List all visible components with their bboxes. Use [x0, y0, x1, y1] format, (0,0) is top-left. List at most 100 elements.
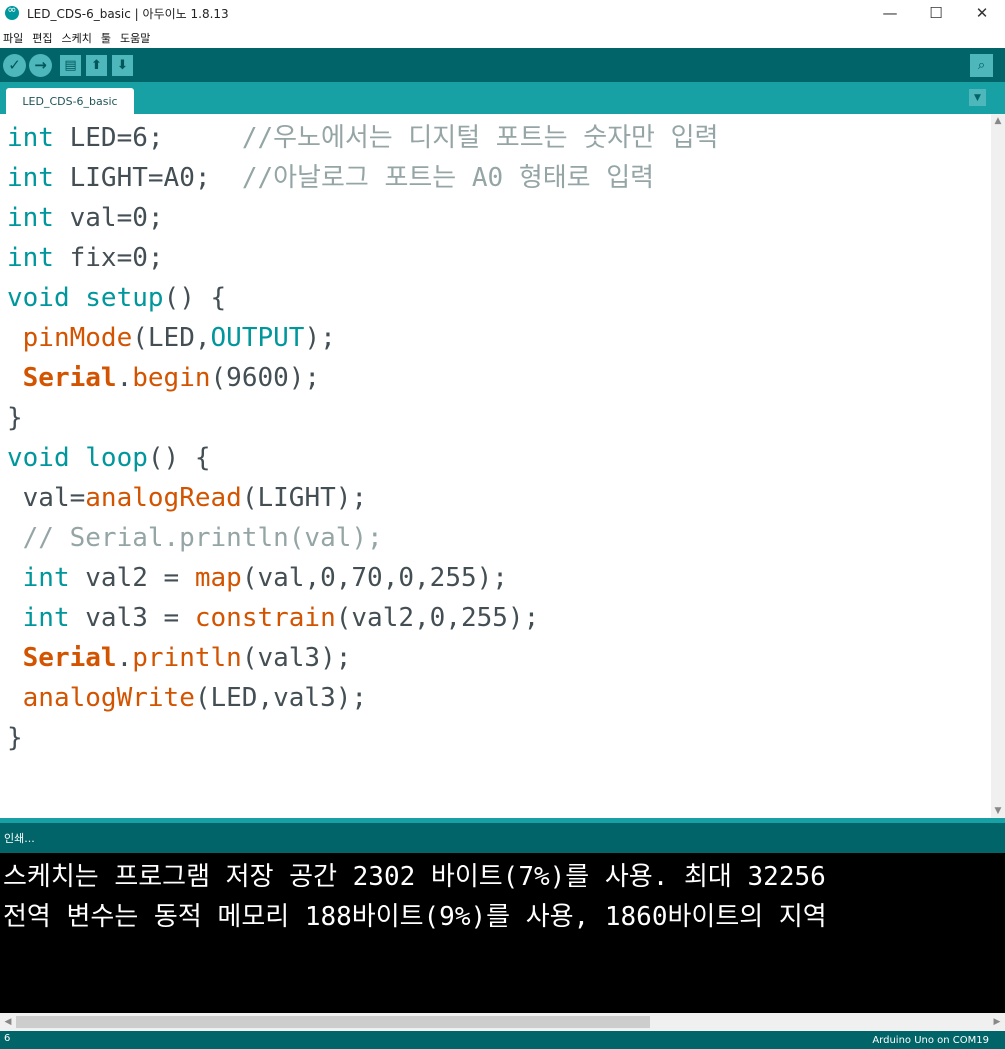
code-line: int fix=0; [7, 238, 164, 278]
menu-help[interactable]: 도움말 [120, 30, 150, 46]
close-button[interactable]: ✕ [959, 0, 1005, 26]
code-text: ); [304, 323, 336, 353]
save-sketch-icon[interactable]: ⬇ [112, 54, 133, 76]
code-text: } [7, 403, 23, 433]
arduino-logo-icon [5, 3, 19, 20]
code-function: println [132, 643, 242, 673]
line-number: 6 [4, 1033, 11, 1044]
code-line: int val3 = constrain(val2,0,255); [7, 598, 540, 638]
code-text: . [116, 363, 133, 393]
console-line: 스케치는 프로그램 저장 공간 2302 바이트(7%)를 사용. 최대 322… [3, 862, 826, 892]
footer-bar: 6 Arduino Uno on COM19 [0, 1031, 1005, 1049]
code-line: int val2 = map(val,0,70,0,255); [7, 558, 508, 598]
code-function: pinMode [22, 323, 133, 353]
code-text: (val,0,70,0,255); [241, 563, 508, 593]
code-line: } [7, 718, 23, 758]
code-keyword: int [7, 123, 54, 153]
code-text: . [116, 643, 133, 673]
code-line: Serial.begin(9600); [7, 358, 320, 398]
code-line: } [7, 398, 23, 438]
code-text: () { [147, 443, 211, 473]
code-text: (LED, [132, 323, 211, 353]
console-horizontal-scrollbar[interactable]: ◀ ▶ [0, 1013, 1005, 1031]
code-function: begin [132, 363, 211, 393]
scroll-down-icon[interactable]: ▼ [991, 804, 1005, 818]
code-comment: //우노에서는 디지털 포트는 숫자만 입력 [241, 123, 719, 153]
code-text: LIGHT=A0; [53, 163, 242, 193]
code-text: val2 = [69, 563, 195, 593]
scroll-left-icon[interactable]: ◀ [1, 1015, 15, 1029]
code-function: loop [85, 443, 148, 473]
status-message: 인쇄... [4, 832, 35, 845]
menu-file[interactable]: 파일 [3, 30, 23, 46]
title-bar: LED_CDS-6_basic | 아두이노 1.8.13 — ☐ ✕ [0, 0, 1005, 26]
code-keyword: int [7, 203, 54, 233]
code-text: (val2,0,255); [335, 603, 540, 633]
code-line: int LIGHT=A0; //아날로그 포트는 A0 형태로 입력 [7, 158, 654, 198]
code-text: LED=6; [53, 123, 242, 153]
code-comment: //아날로그 포트는 A0 형태로 입력 [241, 163, 655, 193]
code-class: Serial [22, 363, 117, 393]
menu-tools[interactable]: 툴 [101, 30, 111, 46]
window-controls: — ☐ ✕ [867, 0, 1005, 26]
code-line: // Serial.println(val); [7, 518, 383, 558]
verify-icon[interactable]: ✓ [3, 53, 26, 77]
menu-edit[interactable]: 편집 [32, 30, 52, 46]
code-text: val= [7, 483, 86, 513]
code-comment: // Serial.println(val); [7, 523, 383, 553]
board-info: Arduino Uno on COM19 [872, 1035, 989, 1046]
open-sketch-icon[interactable]: ⬆ [86, 54, 107, 76]
code-line: void loop() { [7, 438, 211, 478]
new-sketch-icon[interactable]: ▤ [60, 54, 81, 76]
code-function: analogRead [85, 483, 242, 513]
code-class: Serial [22, 643, 117, 673]
code-line: void setup() { [7, 278, 226, 318]
scroll-right-icon[interactable]: ▶ [990, 1015, 1004, 1029]
code-text: val3 = [69, 603, 195, 633]
code-keyword: int [22, 603, 70, 633]
code-line: Serial.println(val3); [7, 638, 352, 678]
menu-sketch[interactable]: 스케치 [62, 30, 92, 46]
console-output[interactable]: 스케치는 프로그램 저장 공간 2302 바이트(7%)를 사용. 최대 322… [0, 853, 1005, 1013]
code-keyword: void [7, 443, 70, 473]
code-text: val=0; [53, 203, 164, 233]
upload-icon[interactable]: → [29, 53, 52, 77]
code-keyword: int [7, 243, 54, 273]
code-function: constrain [194, 603, 336, 633]
code-keyword: void [7, 283, 70, 313]
code-keyword: int [22, 563, 70, 593]
scrollbar-thumb[interactable] [16, 1016, 650, 1028]
code-line: analogWrite(LED,val3); [7, 678, 367, 718]
tab-bar: LED_CDS-6_basic ▼ [0, 82, 1005, 114]
tab-menu-icon[interactable]: ▼ [969, 89, 986, 106]
menu-bar: 파일 편집 스케치 툴 도움말 [0, 28, 1005, 48]
code-line: int LED=6; //우노에서는 디지털 포트는 숫자만 입력 [7, 118, 718, 158]
tab-sketch[interactable]: LED_CDS-6_basic [6, 88, 134, 114]
code-text: (val3); [241, 643, 352, 673]
code-line: int val=0; [7, 198, 164, 238]
status-bar: 인쇄... [0, 823, 1005, 853]
minimize-button[interactable]: — [867, 0, 913, 26]
maximize-button[interactable]: ☐ [913, 0, 959, 26]
toolbar: ✓ → ▤ ⬆ ⬇ ⌕ [0, 48, 1005, 82]
console-line: 전역 변수는 동적 메모리 188바이트(9%)를 사용, 1860바이트의 지… [3, 902, 827, 932]
code-editor[interactable]: int LED=6; //우노에서는 디지털 포트는 숫자만 입력 int LI… [0, 114, 991, 818]
code-text: () { [163, 283, 227, 313]
code-text: (LIGHT); [241, 483, 368, 513]
code-function: map [194, 563, 242, 593]
code-keyword: int [7, 163, 54, 193]
editor-vertical-scrollbar[interactable]: ▲ ▼ [991, 114, 1005, 818]
code-line: val=analogRead(LIGHT); [7, 478, 367, 518]
code-function: setup [85, 283, 164, 313]
serial-monitor-icon[interactable]: ⌕ [970, 54, 993, 77]
scroll-up-icon[interactable]: ▲ [991, 114, 1005, 128]
window-title: LED_CDS-6_basic | 아두이노 1.8.13 [27, 6, 229, 21]
code-text: (LED,val3); [194, 683, 368, 713]
